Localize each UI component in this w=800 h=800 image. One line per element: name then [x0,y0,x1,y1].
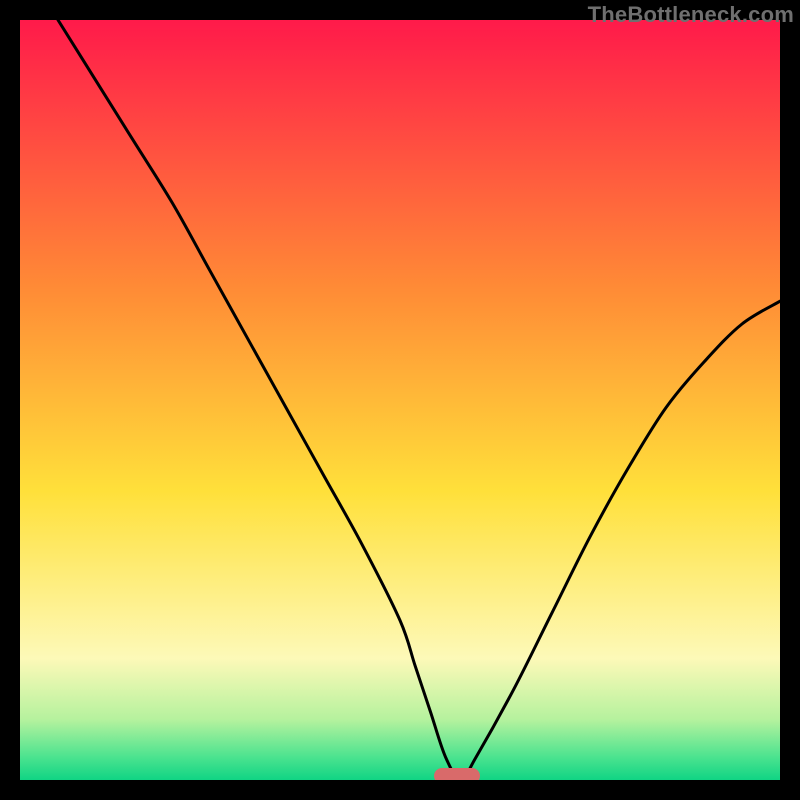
watermark-text: TheBottleneck.com [588,2,794,28]
chart-frame: TheBottleneck.com [0,0,800,800]
plot-area [20,20,780,780]
bottleneck-curve [20,20,780,780]
optimum-marker [434,768,480,780]
